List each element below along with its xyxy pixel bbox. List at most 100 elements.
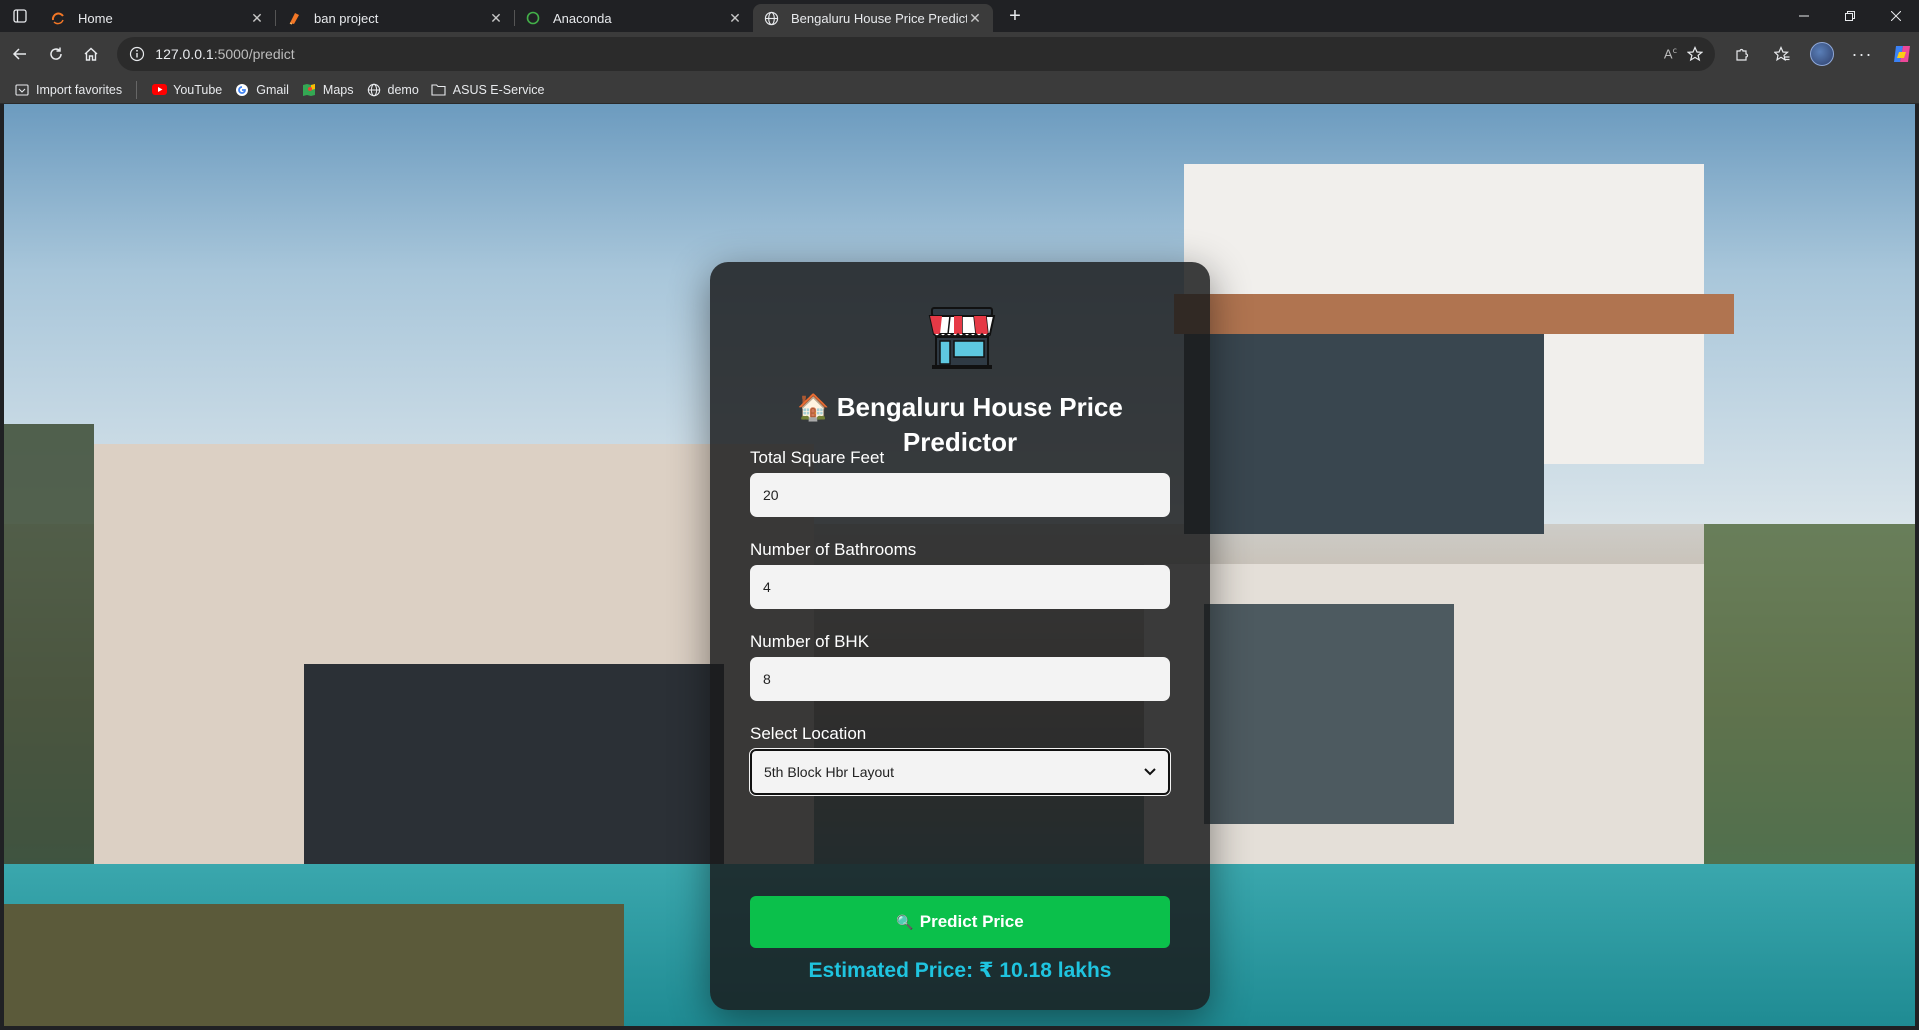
background-building-window	[1184, 334, 1544, 534]
copilot-icon	[1894, 46, 1910, 62]
notebook-icon	[286, 10, 302, 26]
background-building-glass-lower	[1204, 604, 1454, 824]
window-controls	[1781, 0, 1919, 32]
toolbar-right: ···	[1725, 37, 1919, 71]
close-icon[interactable]: ✕	[488, 10, 504, 26]
tab-title: Bengaluru House Price Predictor	[791, 10, 967, 26]
tab-anaconda[interactable]: Anaconda ✕	[515, 4, 753, 32]
bookmark-demo[interactable]: demo	[360, 78, 425, 102]
bookmark-gmail[interactable]: Gmail	[228, 78, 295, 102]
more-options-button[interactable]: ···	[1845, 37, 1879, 71]
plus-icon: +	[1009, 4, 1021, 27]
ellipsis-icon: ···	[1851, 43, 1873, 64]
favorites-button[interactable]	[1765, 37, 1799, 71]
background-palm	[4, 424, 94, 924]
tab-actions-icon	[13, 9, 27, 23]
close-window-button[interactable]	[1873, 0, 1919, 32]
folder-icon	[431, 82, 447, 98]
back-button[interactable]	[2, 36, 38, 72]
profile-button[interactable]	[1805, 37, 1839, 71]
extensions-button[interactable]	[1725, 37, 1759, 71]
tab-title: Home	[78, 10, 113, 26]
url-text: 127.0.0.1:5000/predict	[155, 46, 1664, 62]
bath-label: Number of Bathrooms	[750, 540, 917, 559]
house-icon: 🏠	[797, 392, 830, 422]
bookmark-label: demo	[387, 82, 419, 97]
close-icon[interactable]: ✕	[249, 10, 265, 26]
info-icon[interactable]	[129, 46, 145, 62]
predictor-card: 🏠 Bengaluru House Price Predictor Total …	[710, 262, 1210, 1010]
bookmark-separator	[136, 80, 138, 99]
bhk-label: Number of BHK	[750, 632, 870, 651]
circle-logo-icon	[50, 10, 66, 26]
background-lawn	[4, 904, 624, 1026]
close-icon[interactable]: ✕	[967, 10, 983, 26]
puzzle-icon	[1736, 48, 1749, 61]
import-icon	[14, 82, 30, 98]
tab-strip: Home ✕ ban project ✕ Anaconda ✕ Bengalur…	[0, 0, 1919, 32]
bookmark-asus-e-service[interactable]: ASUS E-Service	[425, 78, 551, 102]
storefront-icon	[926, 304, 998, 370]
bookmark-import-favorites[interactable]: Import favorites	[8, 78, 128, 102]
star-icon[interactable]	[1687, 46, 1703, 62]
predict-button[interactable]: 🔍 Predict Price	[750, 896, 1170, 948]
copilot-button[interactable]	[1885, 37, 1919, 71]
magnifier-icon: 🔍	[896, 913, 914, 930]
bookmark-label: Maps	[322, 82, 354, 97]
location-selected-value: 5th Block Hbr Layout	[764, 764, 894, 780]
globe-icon	[366, 82, 382, 98]
tab-title: Anaconda	[553, 10, 612, 26]
youtube-icon	[151, 82, 167, 98]
back-arrow-icon	[12, 48, 26, 60]
restore-button[interactable]	[1827, 0, 1873, 32]
home-icon	[84, 47, 98, 61]
url-host: 127.0.0.1	[155, 46, 214, 62]
navigation-bar: 127.0.0.1:5000/predict Aⅽ ···	[0, 32, 1919, 76]
google-icon	[234, 82, 250, 98]
minimize-icon	[1799, 15, 1809, 17]
refresh-icon	[49, 47, 62, 60]
bhk-input[interactable]: 8	[750, 657, 1170, 701]
tab-title: ban project	[314, 10, 379, 26]
bookmark-label: Gmail	[256, 82, 289, 97]
bookmark-label: ASUS E-Service	[452, 82, 545, 97]
background-trees	[1704, 524, 1915, 864]
tab-ban-project[interactable]: ban project ✕	[276, 4, 514, 32]
home-button[interactable]	[74, 36, 110, 72]
estimated-price: Estimated Price: ₹ 10.18 lakhs	[808, 959, 1112, 982]
background-building-wood-band	[1174, 294, 1734, 334]
location-select[interactable]: 5th Block Hbr Layout	[749, 748, 1171, 796]
page-viewport: 🏠 Bengaluru House Price Predictor Total …	[4, 104, 1915, 1026]
tab-home[interactable]: Home ✕	[40, 4, 275, 32]
url-path: :5000/predict	[213, 46, 295, 62]
bath-input[interactable]: 4	[750, 565, 1170, 609]
favorites-icon	[1774, 46, 1790, 62]
bookmark-youtube[interactable]: YouTube	[145, 78, 228, 102]
close-icon	[1891, 11, 1901, 21]
predict-button-label: Predict Price	[919, 912, 1024, 931]
chevron-down-icon	[1144, 768, 1156, 776]
refresh-button[interactable]	[38, 36, 74, 72]
bhk-value: 8	[763, 671, 771, 687]
bath-value: 4	[763, 579, 771, 595]
tab-bengaluru-house-price-predictor[interactable]: Bengaluru House Price Predictor ✕	[753, 4, 993, 32]
bookmark-maps[interactable]: Maps	[295, 78, 360, 102]
maps-icon	[301, 82, 317, 98]
minimize-button[interactable]	[1781, 0, 1827, 32]
bookmark-label: Import favorites	[36, 82, 123, 97]
tab-actions-button[interactable]	[0, 0, 40, 32]
location-label: Select Location	[750, 724, 867, 743]
restore-icon	[1845, 11, 1855, 21]
sqft-input[interactable]: 20	[750, 473, 1170, 517]
sqft-value: 20	[763, 487, 779, 503]
bookmarks-bar: Import favorites YouTube Gmail Maps demo…	[0, 76, 1919, 104]
sqft-label: Total Square Feet	[750, 448, 885, 467]
new-tab-button[interactable]: +	[1001, 2, 1029, 30]
anaconda-icon	[525, 10, 541, 26]
address-bar[interactable]: 127.0.0.1:5000/predict Aⅽ	[117, 37, 1715, 71]
avatar	[1810, 42, 1834, 66]
bookmark-label: YouTube	[173, 82, 223, 97]
globe-icon	[763, 10, 779, 26]
read-aloud-icon[interactable]: Aⅽ	[1664, 46, 1677, 61]
close-icon[interactable]: ✕	[727, 10, 743, 26]
